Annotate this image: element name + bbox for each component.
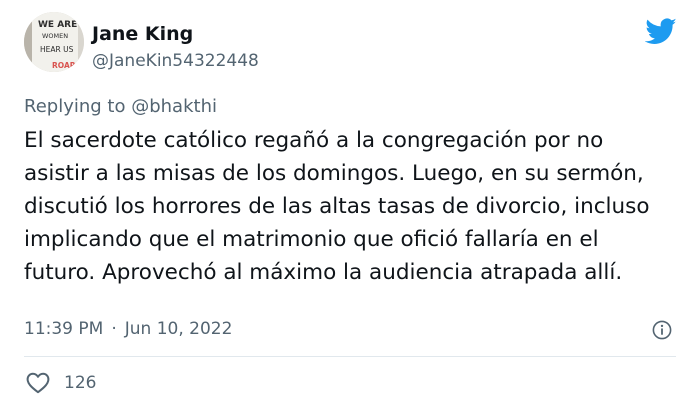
twitter-bird-icon[interactable] [645,18,677,45]
avatar-sign-line-2: WOMEN [42,32,68,40]
tweet-text: El sacerdote católico regañó a la congre… [24,128,650,285]
tweet-date: Jun 10, 2022 [124,319,233,339]
info-icon[interactable] [652,320,672,340]
display-name[interactable]: Jane King [92,23,193,45]
reply-context: Replying to @bhakthi [24,96,217,117]
tweet-timestamp[interactable]: 11:39 PM · Jun 10, 2022 [24,319,232,339]
avatar-image: WE ARE WOMEN HEAR US ROAR [24,12,84,72]
heart-icon[interactable] [26,372,50,394]
avatar-sign-line-4: ROAR [52,61,76,70]
avatar-sign-line-1: WE ARE [38,20,77,30]
avatar[interactable]: WE ARE WOMEN HEAR US ROAR [24,12,84,72]
reply-prefix: Replying to [24,96,126,117]
divider [24,356,676,357]
tweet-time: 11:39 PM [24,319,104,339]
like-count[interactable]: 126 [64,373,96,393]
user-handle[interactable]: @JaneKin54322448 [92,51,259,71]
meta-separator: · [111,319,117,339]
reply-mention-link[interactable]: @bhakthi [131,96,217,117]
avatar-sign-line-3: HEAR US [40,45,74,54]
tweet-card: WE ARE WOMEN HEAR US ROAR Jane King @Jan… [0,0,700,410]
